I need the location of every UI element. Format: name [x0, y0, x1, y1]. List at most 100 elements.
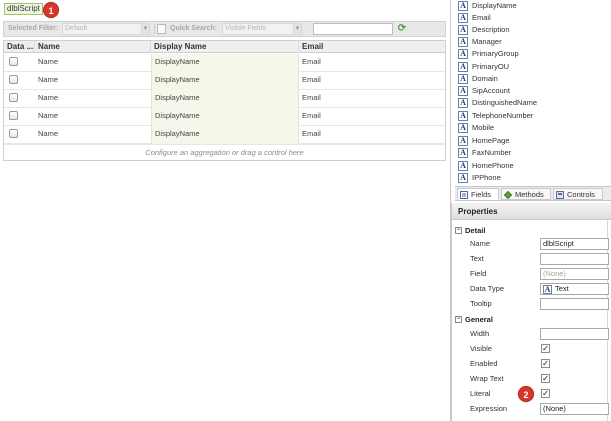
text-field-icon: A	[458, 161, 468, 171]
field-item[interactable]: A Manager	[458, 36, 608, 48]
prop-label-datatype: Data Type	[470, 284, 505, 293]
chevron-down-icon[interactable]: ▼	[293, 23, 302, 35]
row-checkbox[interactable]	[9, 75, 18, 84]
field-item[interactable]: A SipAccount	[458, 85, 608, 97]
text-field-icon: A	[458, 98, 468, 108]
tab-methods-label: Methods	[515, 190, 544, 199]
cell-name: Name	[38, 111, 59, 120]
text-field-icon: A	[458, 25, 468, 35]
field-item[interactable]: A Description	[458, 24, 608, 36]
row-checkbox[interactable]	[9, 93, 18, 102]
column-header-data[interactable]: Data ...	[4, 41, 35, 53]
field-item[interactable]: A DisplayName	[458, 0, 608, 12]
field-item[interactable]: A PrimaryOU	[458, 61, 608, 73]
table-row: Name DisplayName Email	[4, 54, 445, 72]
cell-display-name: DisplayName	[151, 72, 299, 90]
collapse-minus-icon[interactable]: −	[455, 227, 462, 234]
prop-row-tooltip: Tooltip	[455, 297, 611, 312]
quick-search-field-dropdown[interactable]: Visible Fields	[222, 23, 294, 35]
prop-label-expression: Expression	[470, 404, 508, 413]
tooltip-input[interactable]	[540, 298, 609, 310]
table-row: Name DisplayName Email	[4, 108, 445, 126]
prop-row-text: Text	[455, 252, 611, 267]
text-field-icon: A	[458, 74, 468, 84]
cell-email: Email	[302, 75, 321, 84]
field-item[interactable]: A HomePage	[458, 135, 608, 147]
field-label: DisplayName	[472, 1, 517, 10]
fields-tree-panel: A DisplayName A Email A Description A Manage…	[455, 0, 611, 186]
field-label: PrimaryOU	[472, 62, 510, 71]
prop-label-field: Field	[470, 269, 487, 278]
prop-row-wraptext: Wrap Text ✓	[455, 372, 611, 387]
field-selector[interactable]: (None)	[540, 268, 609, 280]
cell-name: Name	[38, 75, 59, 84]
field-item[interactable]: A TelephoneNumber	[458, 110, 608, 122]
designer-canvas: dlblScript 1 Selected Filter: Default ▼ …	[0, 0, 451, 421]
prop-label-visible: Visible	[470, 344, 492, 353]
prop-label-name: Name	[470, 239, 491, 248]
page-icon	[157, 24, 166, 34]
column-header-name[interactable]: Name	[35, 41, 151, 53]
datatype-value: Text	[555, 284, 569, 293]
section-general-label: General	[465, 315, 493, 324]
field-item[interactable]: A DistinguishedName	[458, 97, 608, 109]
selected-filter-dropdown[interactable]: Default	[62, 23, 142, 35]
visible-checkbox[interactable]: ✓	[541, 344, 550, 353]
field-item[interactable]: A FaxNumber	[458, 147, 608, 159]
panel-tab-strip: Fields Methods Controls	[455, 186, 611, 201]
column-header-display-name[interactable]: Display Name	[151, 41, 299, 53]
text-field-icon: A	[458, 111, 468, 121]
text-field-icon: A	[458, 49, 468, 59]
column-header-email[interactable]: Email	[299, 41, 445, 53]
grid-drop-zone-hint[interactable]: Configure an aggregation or drag a contr…	[4, 144, 445, 160]
text-field-icon: A	[458, 37, 468, 47]
field-item[interactable]: A IPPhone	[458, 172, 608, 184]
tab-methods[interactable]: Methods	[501, 188, 551, 200]
field-item[interactable]: A Domain	[458, 73, 608, 85]
width-input[interactable]	[540, 328, 609, 340]
section-detail-label: Detail	[465, 226, 486, 235]
datatype-selector[interactable]: A Text	[540, 283, 609, 295]
name-input[interactable]: dlblScript	[540, 238, 609, 250]
cell-email: Email	[302, 57, 321, 66]
wraptext-checkbox[interactable]: ✓	[541, 374, 550, 383]
tab-controls-label: Controls	[567, 190, 595, 199]
cell-email: Email	[302, 129, 321, 138]
field-item[interactable]: A PrimaryGroup	[458, 48, 608, 60]
field-label: HomePhone	[472, 161, 514, 170]
text-field-icon: A	[458, 1, 468, 11]
chevron-down-icon[interactable]: ▼	[141, 23, 150, 35]
cell-display-name: DisplayName	[151, 90, 299, 108]
field-label: DistinguishedName	[472, 98, 538, 107]
row-checkbox[interactable]	[9, 57, 18, 66]
field-label: Domain	[472, 74, 498, 83]
text-input[interactable]	[540, 253, 609, 265]
text-field-icon: A	[458, 86, 468, 96]
toolbar-divider	[154, 24, 155, 34]
field-item[interactable]: A Email	[458, 12, 608, 24]
expression-selector[interactable]: (None)	[540, 403, 609, 415]
prop-label-literal: Literal	[470, 389, 491, 398]
quick-search-input[interactable]	[313, 23, 393, 35]
callout-badge-2: 2	[518, 386, 534, 402]
field-item[interactable]: A Mobile	[458, 122, 608, 134]
section-general[interactable]: − General	[455, 314, 611, 325]
tab-controls[interactable]: Controls	[553, 188, 603, 200]
literal-checkbox[interactable]: ✓	[541, 389, 550, 398]
text-field-icon: A	[458, 62, 468, 72]
section-detail[interactable]: − Detail	[455, 225, 611, 236]
field-item[interactable]: A HomePhone	[458, 160, 608, 172]
row-checkbox[interactable]	[9, 129, 18, 138]
script-label-control[interactable]: dlblScript	[4, 3, 43, 15]
text-field-icon: A	[458, 136, 468, 146]
table-row: Name DisplayName Email	[4, 126, 445, 144]
prop-label-wraptext: Wrap Text	[470, 374, 504, 383]
tab-fields[interactable]: Fields	[457, 188, 499, 200]
callout-badge-1: 1	[43, 2, 59, 18]
row-checkbox[interactable]	[9, 111, 18, 120]
collapse-minus-icon[interactable]: −	[455, 316, 462, 323]
enabled-checkbox[interactable]: ✓	[541, 359, 550, 368]
refresh-icon[interactable]: ⟳	[396, 23, 408, 35]
field-label: Email	[472, 13, 491, 22]
cell-email: Email	[302, 93, 321, 102]
